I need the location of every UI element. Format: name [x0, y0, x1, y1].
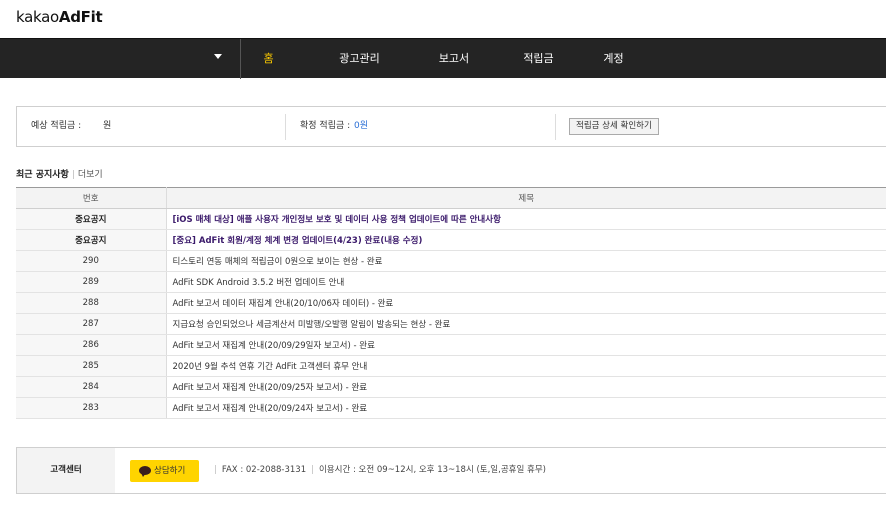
notice-title-link[interactable]: AdFit 보고서 데이터 재집계 안내(20/10/06자 데이터) - 완료 [166, 292, 886, 314]
notice-number: 287 [16, 313, 167, 335]
table-row[interactable]: 285 2020년 9월 추석 연휴 기간 AdFit 고객센터 휴무 안내 [16, 355, 886, 377]
nav-item-ad-management[interactable]: 광고관리 [295, 39, 424, 79]
table-row[interactable]: 288 AdFit 보고서 데이터 재집계 안내(20/10/06자 데이터) … [16, 292, 886, 314]
confirmed-earnings-value: 0원 [354, 121, 369, 131]
chat-consult-label: 상담하기 [154, 466, 186, 476]
notice-section-title: 최근 공지사항 [16, 170, 69, 180]
table-header-row: 번호 제목 [16, 187, 886, 209]
notice-header: 최근 공지사항 | 더보기 [16, 167, 103, 180]
notice-number: 289 [16, 271, 167, 293]
logo-bold-text: AdFit [58, 8, 103, 26]
table-row[interactable]: 290 티스토리 연동 매체의 적립금이 0원으로 보이는 현상 - 완료 [16, 250, 886, 272]
nav-item-reports[interactable]: 보고서 [424, 39, 484, 79]
divider: | [214, 465, 217, 475]
notice-title-link[interactable]: AdFit 보고서 재집계 안내(20/09/29일자 보고서) - 완료 [166, 334, 886, 356]
table-row[interactable]: 284 AdFit 보고서 재집계 안내(20/09/25자 보고서) - 완료 [16, 376, 886, 398]
table-row[interactable]: 283 AdFit 보고서 재집계 안내(20/09/24자 보고서) - 완료 [16, 397, 886, 419]
notice-title-link[interactable]: 지급요청 승인되었으나 세금계산서 미발행/오발행 알림이 발송되는 현상 - … [166, 313, 886, 335]
notice-title-link[interactable]: [중요] AdFit 회원/계정 체계 변경 업데이트(4/23) 완료(내용 … [166, 229, 886, 251]
notice-table: 번호 제목 중요공지 [iOS 매체 대상] 애플 사용자 개인정보 보호 및 … [16, 187, 886, 419]
notice-title-link[interactable]: AdFit 보고서 재집계 안내(20/09/24자 보고서) - 완료 [166, 397, 886, 419]
table-row[interactable]: 289 AdFit SDK Android 3.5.2 버전 업데이트 안내 [16, 271, 886, 293]
notice-number: 285 [16, 355, 167, 377]
nav-menu: 홈 광고관리 보고서 적립금 계정 [242, 39, 634, 79]
divider: | [311, 465, 314, 475]
chat-consult-button[interactable]: 상담하기 [130, 460, 199, 482]
notice-number: 290 [16, 250, 167, 272]
table-row[interactable]: 286 AdFit 보고서 재집계 안내(20/09/29일자 보고서) - 완… [16, 334, 886, 356]
notice-number: 288 [16, 292, 167, 314]
expected-earnings-label: 예상 적립금 : [31, 121, 82, 131]
table-row[interactable]: 중요공지 [중요] AdFit 회원/계정 체계 변경 업데이트(4/23) 완… [16, 229, 886, 251]
notice-title-link[interactable]: 2020년 9월 추석 연휴 기간 AdFit 고객센터 휴무 안내 [166, 355, 886, 377]
nav-item-home[interactable]: 홈 [242, 39, 295, 79]
table-row[interactable]: 287 지급요청 승인되었으나 세금계산서 미발행/오발행 알림이 발송되는 현… [16, 313, 886, 335]
customer-center: 고객센터 상담하기 | FAX : 02-2088-3131 | 이용시간 : 오전 … [16, 447, 886, 494]
confirmed-earnings-label: 확정 적립금 : [300, 121, 351, 131]
kakao-adfit-logo[interactable]: kakaoAdFit [16, 8, 103, 30]
notice-title-link[interactable]: 티스토리 연동 매체의 적립금이 0원으로 보이는 현상 - 완료 [166, 250, 886, 272]
contact-info: | FAX : 02-2088-3131 | 이용시간 : 오전 09~12시, 오후… [209, 448, 546, 493]
column-header-title: 제목 [166, 187, 886, 209]
divider [285, 114, 286, 140]
earnings-detail-button[interactable]: 적립금 상세 확인하기 [569, 118, 659, 135]
notice-number: 중요공지 [16, 208, 167, 230]
earnings-summary: 예상 적립금 : 원 확정 적립금 : 0원 적립금 상세 확인하기 [16, 106, 886, 147]
table-row[interactable]: 중요공지 [iOS 매체 대상] 애플 사용자 개인정보 보호 및 데이터 사용… [16, 208, 886, 230]
global-nav: 홈 광고관리 보고서 적립금 계정 [0, 38, 886, 79]
nav-item-account[interactable]: 계정 [593, 39, 634, 79]
notice-number: 284 [16, 376, 167, 398]
notice-title-link[interactable]: AdFit 보고서 재집계 안내(20/09/25자 보고서) - 완료 [166, 376, 886, 398]
notice-title-link[interactable]: [iOS 매체 대상] 애플 사용자 개인정보 보호 및 데이터 사용 정책 업… [166, 208, 886, 230]
expected-earnings-value: 원 [103, 121, 112, 131]
logo-light-text: kakao [16, 8, 59, 26]
chevron-down-icon[interactable] [214, 54, 222, 59]
divider: | [71, 170, 75, 180]
notice-title-link[interactable]: AdFit SDK Android 3.5.2 버전 업데이트 안내 [166, 271, 886, 293]
nav-item-earnings[interactable]: 적립금 [484, 39, 593, 79]
customer-center-label: 고객센터 [17, 448, 115, 493]
column-header-no: 번호 [16, 187, 167, 209]
more-link[interactable]: 더보기 [78, 170, 103, 180]
account-selector[interactable] [0, 39, 241, 79]
divider [555, 114, 556, 140]
notice-number: 283 [16, 397, 167, 419]
service-hours: 이용시간 : 오전 09~12시, 오후 13~18시 (토,일,공휴일 휴무) [318, 465, 546, 475]
notice-number: 286 [16, 334, 167, 356]
fax-number: FAX : 02-2088-3131 [221, 465, 307, 475]
speech-bubble-icon [139, 466, 151, 477]
notice-number: 중요공지 [16, 229, 167, 251]
